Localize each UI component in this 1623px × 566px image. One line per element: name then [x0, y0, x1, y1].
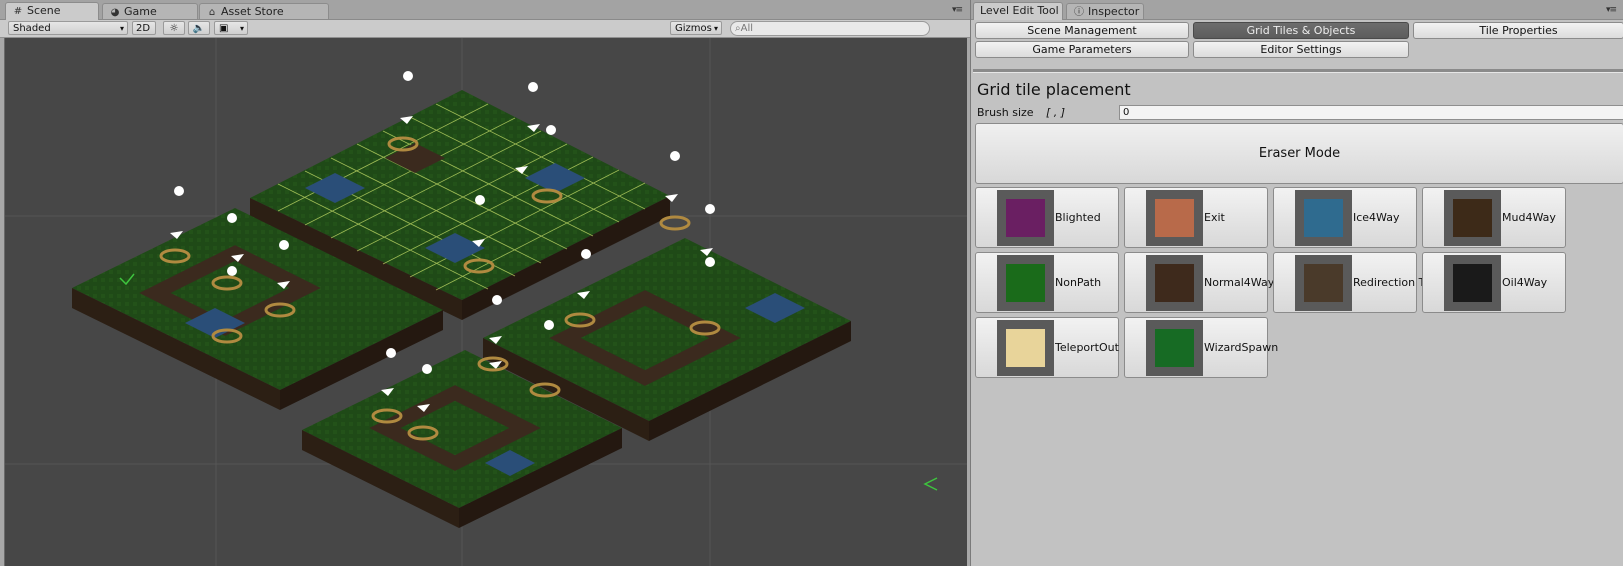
tile-button-nonpath[interactable]: NonPath — [975, 252, 1119, 313]
tile-swatch — [1453, 199, 1492, 237]
tab-asset-store[interactable]: ⌂ Asset Store — [199, 3, 329, 19]
scene-render — [5, 38, 967, 566]
info-icon: ⓘ — [1074, 7, 1084, 18]
brush-size-bracket: [ , ] — [1046, 106, 1066, 119]
tile-label: NonPath — [1055, 276, 1102, 289]
tile-swatch — [1453, 264, 1492, 302]
tile-thumbnail — [1295, 190, 1352, 246]
tile-swatch — [1006, 264, 1045, 302]
tile-button-mud4way[interactable]: Mud4Way — [1422, 187, 1566, 248]
brush-size-label: Brush size — [977, 106, 1034, 119]
level-edit-panel: Level Edit Tool ⓘ Inspector ▾≡ Scene Mana… — [970, 0, 1623, 566]
tab-scene[interactable]: # Scene — [5, 2, 99, 20]
tab-inspector[interactable]: ⓘ Inspector — [1066, 3, 1144, 19]
tile-label: TeleportOut — [1055, 341, 1119, 354]
scene-viewport[interactable] — [4, 38, 967, 566]
tile-button-teleportout[interactable]: TeleportOut — [975, 317, 1119, 378]
tile-swatch — [1155, 264, 1194, 302]
tile-swatch — [1155, 329, 1194, 367]
tile-button-normal4way[interactable]: Normal4Way — [1124, 252, 1274, 313]
tile-thumbnail — [997, 320, 1054, 376]
bag-icon: ⌂ — [208, 7, 216, 18]
tile-swatch — [1304, 199, 1343, 237]
tool-panel-menu-icon[interactable]: ▾≡ — [1606, 5, 1617, 15]
tile-thumbnail — [1444, 190, 1501, 246]
tile-label: Mud4Way — [1502, 211, 1556, 224]
tile-thumbnail — [1295, 255, 1352, 311]
axis-gizmo-icon[interactable] — [923, 477, 938, 491]
tile-label: Blighted — [1055, 211, 1101, 224]
grid-icon: # — [13, 6, 23, 17]
speaker-icon: 🔈 — [192, 23, 206, 34]
tile-button-ice4way[interactable]: Ice4Way — [1273, 187, 1417, 248]
tile-thumbnail — [1146, 190, 1203, 246]
tile-label: Exit — [1204, 211, 1225, 224]
shading-mode-dropdown[interactable]: Shaded — [8, 21, 128, 36]
tile-thumbnail — [997, 190, 1054, 246]
tile-label: Oil4Way — [1502, 276, 1548, 289]
audio-toggle[interactable]: 🔈 — [188, 21, 210, 35]
effects-dropdown[interactable]: ▣ — [214, 21, 248, 36]
editor-settings-button[interactable]: Editor Settings — [1193, 41, 1409, 58]
section-heading: Grid tile placement — [977, 80, 1131, 99]
tile-thumbnail — [1146, 320, 1203, 376]
eraser-mode-button[interactable]: Eraser Mode — [975, 123, 1623, 184]
tab-game[interactable]: ◕ Game — [102, 3, 198, 19]
scene-panel: #Scene ◕Game ⌂Asset Store ▾≡ Shaded 2D ☼… — [0, 0, 970, 566]
pacman-icon: ◕ — [110, 7, 120, 18]
gizmos-dropdown[interactable]: Gizmos — [670, 21, 722, 36]
mode-2d-toggle[interactable]: 2D — [132, 21, 156, 35]
tile-swatch — [1304, 264, 1343, 302]
tile-swatch — [1006, 199, 1045, 237]
scene-search-input[interactable]: ⌕All — [730, 21, 930, 36]
panel-menu-icon[interactable]: ▾≡ — [952, 5, 963, 15]
tile-label: WizardSpawn — [1204, 341, 1279, 354]
lighting-toggle[interactable]: ☼ — [163, 21, 185, 35]
tab-level-edit-tool[interactable]: Level Edit Tool — [973, 2, 1063, 20]
tile-button-oil4way[interactable]: Oil4Way — [1422, 252, 1566, 313]
scene-toolbar: Shaded 2D ☼ 🔈 ▣ Gizmos ⌕All — [0, 20, 970, 38]
tile-thumbnail — [1146, 255, 1203, 311]
tile-swatch — [1006, 329, 1045, 367]
brush-size-input[interactable]: 0 — [1119, 105, 1623, 120]
tile-button-blighted[interactable]: Blighted — [975, 187, 1119, 248]
tile-swatch — [1155, 199, 1194, 237]
tile-button-redirection-tile[interactable]: Redirection Tile — [1273, 252, 1438, 313]
tile-thumbnail — [1444, 255, 1501, 311]
tile-properties-button[interactable]: Tile Properties — [1413, 22, 1623, 39]
tool-tab-bar: Level Edit Tool ⓘ Inspector ▾≡ — [971, 0, 1623, 20]
grid-tiles-objects-button[interactable]: Grid Tiles & Objects — [1193, 22, 1409, 39]
tile-label: Ice4Way — [1353, 211, 1400, 224]
scene-management-button[interactable]: Scene Management — [975, 22, 1189, 39]
image-icon: ▣ — [219, 23, 229, 34]
game-parameters-button[interactable]: Game Parameters — [975, 41, 1189, 58]
tile-button-wizardspawn[interactable]: WizardSpawn — [1124, 317, 1278, 378]
tile-button-exit[interactable]: Exit — [1124, 187, 1268, 248]
sun-icon: ☼ — [169, 23, 179, 34]
tile-thumbnail — [997, 255, 1054, 311]
scene-tab-bar: # Scene ◕ Game ⌂ Asset Store ▾≡ — [0, 0, 970, 20]
section-divider — [973, 69, 1623, 73]
tile-label: Normal4Way — [1204, 276, 1275, 289]
